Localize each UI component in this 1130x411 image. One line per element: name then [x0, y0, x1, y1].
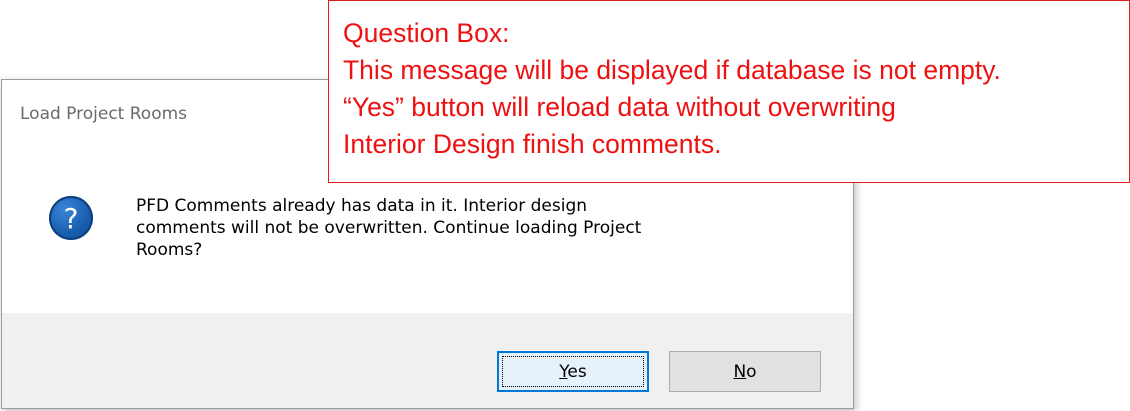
yes-button-label: Yes	[559, 361, 587, 382]
yes-button[interactable]: Yes	[497, 351, 649, 392]
callout-body: This message will be displayed if databa…	[343, 55, 1001, 159]
callout-heading: Question Box:	[343, 18, 510, 48]
callout-text: Question Box: This message will be displ…	[343, 15, 1001, 163]
dialog-message: PFD Comments already has data in it. Int…	[136, 196, 642, 260]
dialog-title: Load Project Rooms	[20, 104, 188, 124]
screen: Load Project Rooms ? PFD Comments alread…	[0, 0, 1130, 411]
annotation-callout: Question Box: This message will be displ…	[328, 0, 1130, 183]
no-button-label: No	[733, 361, 757, 382]
svg-text:?: ?	[64, 202, 79, 235]
question-icon: ?	[49, 196, 93, 240]
dialog-button-bar: Yes No	[2, 313, 853, 408]
no-button[interactable]: No	[669, 351, 821, 392]
